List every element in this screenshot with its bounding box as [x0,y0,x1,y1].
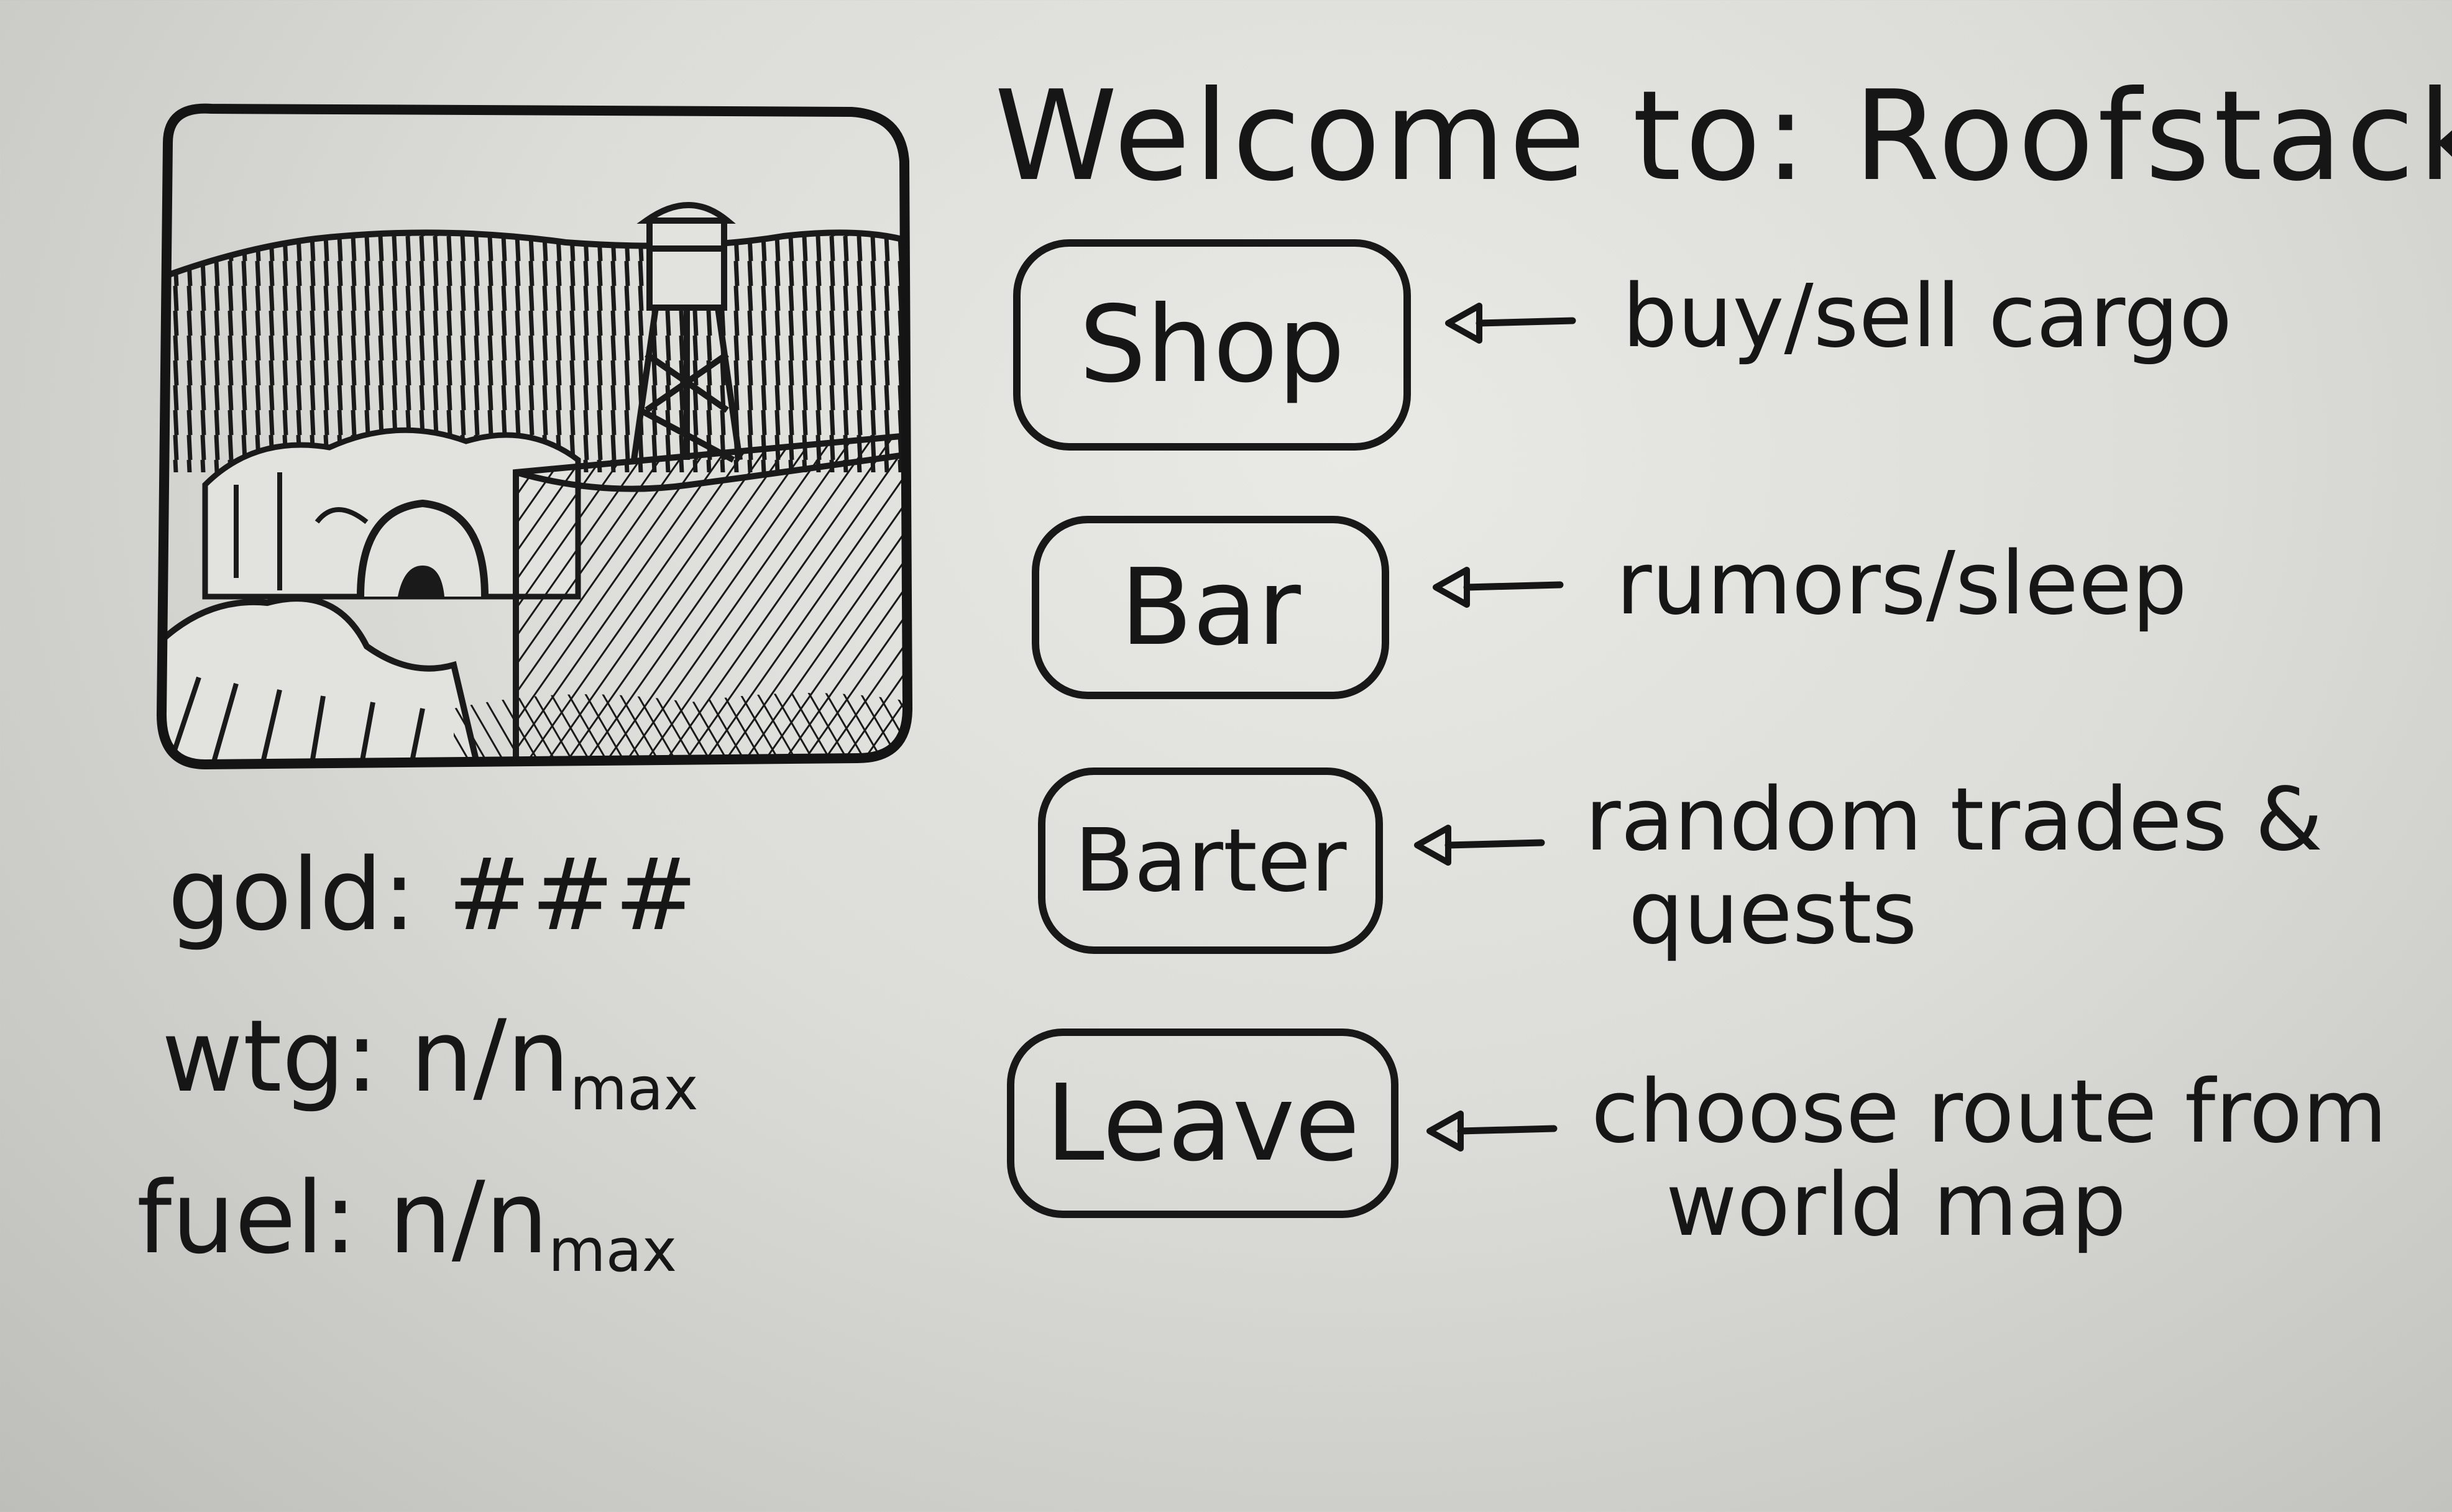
fuel-stat: fuel: n/nmax [137,1168,677,1281]
page-title: Welcome to: Roofstack [994,75,2452,199]
bar-button[interactable]: Bar [1032,516,1389,699]
gold-value: ### [448,836,698,953]
leave-note-line2: world map [1666,1155,2127,1256]
town-illustration [157,103,912,769]
arrow-left-icon [1426,1111,1558,1152]
barter-note-line1: random trades & [1585,769,2323,871]
fuel-max-subscript: max [548,1217,677,1285]
town-name: Roofstack [1853,64,2452,209]
leave-button-label: Leave [1045,1061,1360,1185]
fuel-value: n/n [388,1160,549,1276]
barter-note-line2: quests [1628,863,1917,964]
fuel-label: fuel: [137,1160,357,1276]
barter-button-label: Barter [1074,810,1347,912]
arrow-left-icon [1414,825,1545,866]
gold-label: gold: [168,836,416,953]
arrow-left-icon [1445,303,1576,344]
title-prefix: Welcome to: [994,64,1811,209]
bar-button-label: Bar [1120,546,1301,669]
leave-note-line1: choose route from [1591,1061,2387,1163]
sketch-page: { "title": { "prefix": "Welcome to:", "t… [0,0,2452,1512]
shop-note: buy/sell cargo [1622,266,2233,367]
gold-stat: gold: ### [168,845,697,945]
water-value: n/n [410,998,570,1114]
shop-button-label: Shop [1079,283,1345,406]
arrow-left-icon [1433,567,1564,608]
shop-button[interactable]: Shop [1013,239,1411,451]
leave-button[interactable]: Leave [1007,1029,1398,1218]
barter-button[interactable]: Barter [1038,767,1383,954]
water-stat: wtg: n/nmax [162,1007,699,1119]
water-label: wtg: [162,998,379,1114]
water-max-subscript: max [569,1055,699,1124]
bar-note: rumors/sleep [1616,533,2187,635]
